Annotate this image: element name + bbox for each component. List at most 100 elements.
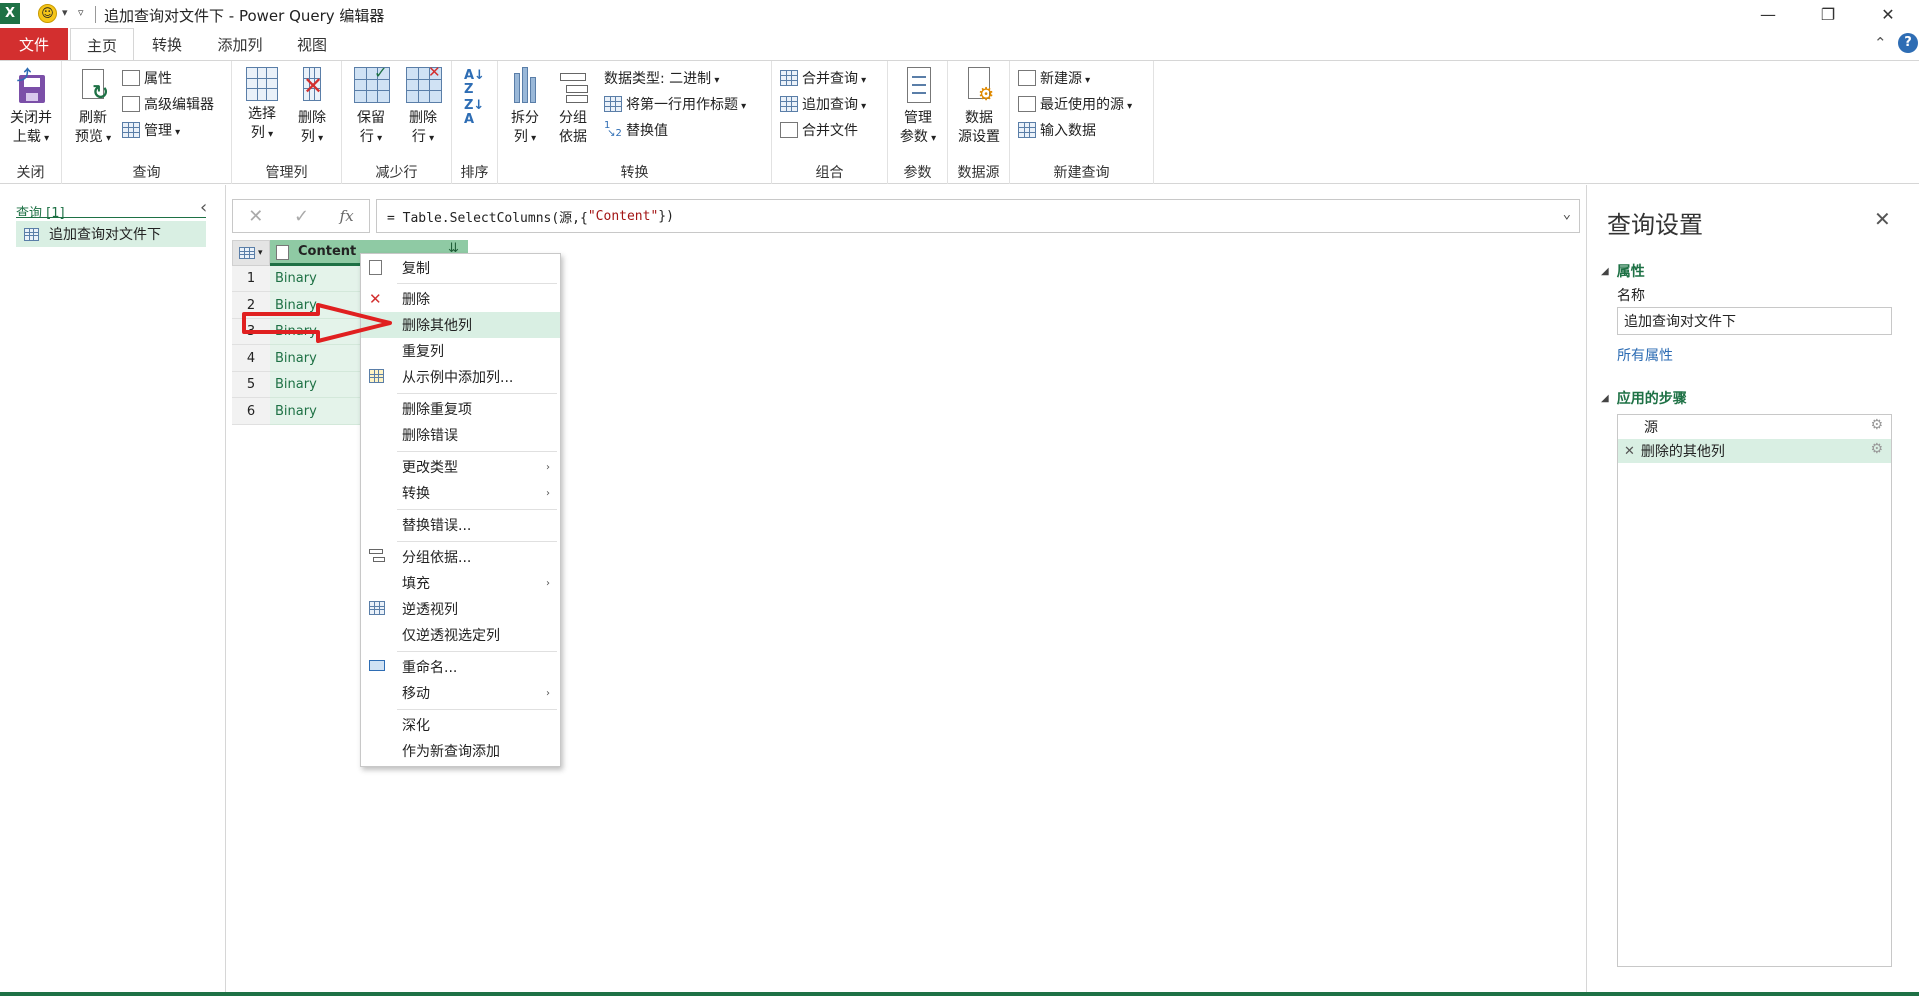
commit-formula-icon[interactable]: ✓ bbox=[294, 206, 309, 227]
remove-columns-button[interactable]: ✕ 删除 列 bbox=[288, 67, 336, 148]
remove-rows-button[interactable]: ✕ 删除 行 bbox=[398, 63, 448, 148]
menu-item-group-by[interactable]: 分组依据... bbox=[361, 544, 560, 570]
restore-button[interactable]: ❐ bbox=[1808, 2, 1848, 26]
merge-queries-button[interactable]: 合并查询 bbox=[780, 67, 866, 89]
properties-header-label: 属性 bbox=[1616, 264, 1645, 280]
cell-binary[interactable]: Binary bbox=[270, 372, 362, 398]
all-properties-link[interactable]: 所有属性 bbox=[1617, 345, 1673, 365]
tab-home[interactable]: 主页 bbox=[70, 28, 134, 61]
menu-item-drill-down[interactable]: 深化 bbox=[361, 712, 560, 738]
cell-binary[interactable]: Binary bbox=[270, 345, 362, 372]
manage-label: 管理 bbox=[144, 120, 180, 140]
split-column-button[interactable]: 拆分 列 bbox=[502, 67, 548, 148]
menu-item-unpivot-columns[interactable]: 逆透视列 bbox=[361, 596, 560, 622]
replace-values-button[interactable]: 1 ↘2 替换值 bbox=[604, 119, 668, 141]
new-source-button[interactable]: 新建源 bbox=[1018, 67, 1090, 89]
delete-step-icon[interactable]: ✕ bbox=[1624, 444, 1635, 459]
row-number[interactable]: 6 bbox=[232, 398, 270, 425]
menu-item-remove-duplicates[interactable]: 删除重复项 bbox=[361, 396, 560, 422]
cancel-formula-icon[interactable]: ✕ bbox=[248, 206, 263, 227]
tab-add-column[interactable]: 添加列 bbox=[204, 28, 276, 60]
group-label-close: 关闭 bbox=[16, 165, 45, 181]
step-item-removed-other-columns[interactable]: ✕ 删除的其他列 ⚙ bbox=[1618, 439, 1891, 463]
append-queries-button[interactable]: 追加查询 bbox=[780, 93, 866, 115]
tab-view[interactable]: 视图 bbox=[282, 28, 342, 60]
collapse-pane-icon[interactable]: ‹ bbox=[200, 197, 207, 218]
close-button[interactable]: ✕ bbox=[1868, 2, 1908, 26]
smiley-feedback-icon[interactable]: ☺ bbox=[38, 4, 57, 23]
properties-button[interactable]: 属性 bbox=[122, 67, 172, 89]
menu-item-remove-errors[interactable]: 删除错误 bbox=[361, 422, 560, 448]
customize-toolbar-icon[interactable]: ▿ bbox=[78, 6, 84, 19]
group-label-parameters: 参数 bbox=[903, 165, 932, 181]
tab-transform[interactable]: 转换 bbox=[136, 28, 198, 60]
expand-formula-icon[interactable]: ⌄ bbox=[1563, 206, 1571, 222]
enter-data-button[interactable]: 输入数据 bbox=[1018, 119, 1096, 141]
chevron-down-icon[interactable]: ▾ bbox=[62, 6, 68, 19]
recent-sources-label: 最近使用的源 bbox=[1040, 94, 1132, 114]
group-label-new-query: 新建查询 bbox=[1053, 165, 1110, 181]
step-item-source[interactable]: 源 ⚙ bbox=[1618, 415, 1891, 439]
new-source-icon bbox=[1018, 70, 1036, 86]
query-item[interactable]: 追加查询对文件下 bbox=[16, 221, 206, 247]
tab-file[interactable]: 文件 bbox=[0, 28, 68, 60]
manage-parameters-button[interactable]: 管理 参数 bbox=[892, 67, 944, 148]
close-and-load-button[interactable]: ⤴ 关闭并 上载 bbox=[6, 67, 56, 148]
menu-item-fill[interactable]: 填充 › bbox=[361, 570, 560, 596]
menu-item-unpivot-selected-only[interactable]: 仅逆透视选定列 bbox=[361, 622, 560, 648]
properties-section-header[interactable]: ◢ 属性 bbox=[1601, 261, 1645, 281]
menu-item-move[interactable]: 移动 › bbox=[361, 680, 560, 706]
sort-ascending-icon[interactable]: A↓ Z bbox=[464, 69, 485, 97]
name-input[interactable]: 追加查询对文件下 bbox=[1617, 307, 1892, 335]
row-number[interactable]: 1 bbox=[232, 266, 270, 292]
cell-binary[interactable]: Binary bbox=[270, 398, 362, 425]
menu-label: 删除 bbox=[402, 292, 430, 308]
refresh-preview-button[interactable]: ↻ 刷新 预览 bbox=[68, 67, 118, 148]
append-queries-icon bbox=[780, 96, 798, 112]
menu-separator bbox=[397, 283, 557, 284]
minimize-button[interactable]: — bbox=[1748, 2, 1788, 26]
binary-type-icon[interactable] bbox=[276, 245, 289, 260]
formula-input[interactable]: = Table.SelectColumns(源,{"Content"}) ⌄ bbox=[376, 199, 1580, 233]
row-number[interactable]: 4 bbox=[232, 345, 270, 372]
advanced-editor-button[interactable]: 高级编辑器 bbox=[122, 93, 214, 115]
recent-sources-button[interactable]: 最近使用的源 bbox=[1018, 93, 1132, 115]
applied-steps-section-header[interactable]: ◢ 应用的步骤 bbox=[1601, 388, 1687, 408]
help-icon[interactable]: ? bbox=[1898, 33, 1918, 53]
keep-rows-button[interactable]: ✓ 保留 行 bbox=[346, 63, 396, 148]
data-type-dropdown[interactable]: 数据类型: 二进制 bbox=[604, 67, 719, 89]
cell-binary[interactable]: Binary bbox=[270, 266, 362, 292]
table-menu-button[interactable]: ▾ bbox=[232, 240, 270, 266]
first-row-header-button[interactable]: 将第一行用作标题 bbox=[604, 93, 746, 115]
menu-item-change-type[interactable]: 更改类型 › bbox=[361, 454, 560, 480]
close-load-label-2: 上载 bbox=[6, 128, 56, 148]
grid-body: 1 Binary 2 Binary 3 Binary 4 Binary 5 Bi… bbox=[232, 266, 362, 430]
choose-columns-label-1: 选择 bbox=[248, 106, 276, 122]
menu-item-copy[interactable]: 复制 bbox=[361, 255, 560, 281]
group-label-manage-columns: 管理列 bbox=[265, 165, 308, 181]
manage-button[interactable]: 管理 bbox=[122, 119, 180, 141]
remove-rows-label-1: 删除 bbox=[409, 110, 437, 126]
close-load-icon: ⤴ bbox=[14, 67, 48, 105]
group-by-button[interactable]: 分组 依据 bbox=[550, 67, 596, 147]
menu-item-replace-errors[interactable]: 替换错误... bbox=[361, 512, 560, 538]
choose-columns-button[interactable]: 选择 列 bbox=[238, 67, 286, 144]
menu-item-transform[interactable]: 转换 › bbox=[361, 480, 560, 506]
data-source-settings-label-2: 源设置 bbox=[958, 129, 1000, 145]
menu-item-rename[interactable]: 重命名... bbox=[361, 654, 560, 680]
menu-item-add-column-from-examples[interactable]: 从示例中添加列... bbox=[361, 364, 560, 390]
group-label-combine: 组合 bbox=[815, 165, 844, 181]
collapse-ribbon-icon[interactable]: ⌃ bbox=[1874, 34, 1887, 52]
group-by-icon bbox=[369, 549, 387, 565]
data-source-settings-button[interactable]: ⚙ 数据 源设置 bbox=[952, 67, 1006, 147]
gear-icon[interactable]: ⚙ bbox=[1870, 417, 1883, 433]
row-number[interactable]: 5 bbox=[232, 372, 270, 398]
close-pane-icon[interactable]: ✕ bbox=[1874, 207, 1891, 231]
data-type-label: 数据类型: 二进制 bbox=[604, 68, 719, 88]
fx-icon[interactable]: fx bbox=[340, 207, 354, 225]
advanced-editor-label: 高级编辑器 bbox=[144, 97, 214, 113]
combine-files-button[interactable]: 合并文件 bbox=[780, 119, 858, 141]
gear-icon[interactable]: ⚙ bbox=[1870, 441, 1883, 457]
menu-item-add-as-new-query[interactable]: 作为新查询添加 bbox=[361, 738, 560, 764]
sort-descending-icon[interactable]: Z↓ A bbox=[464, 99, 484, 127]
